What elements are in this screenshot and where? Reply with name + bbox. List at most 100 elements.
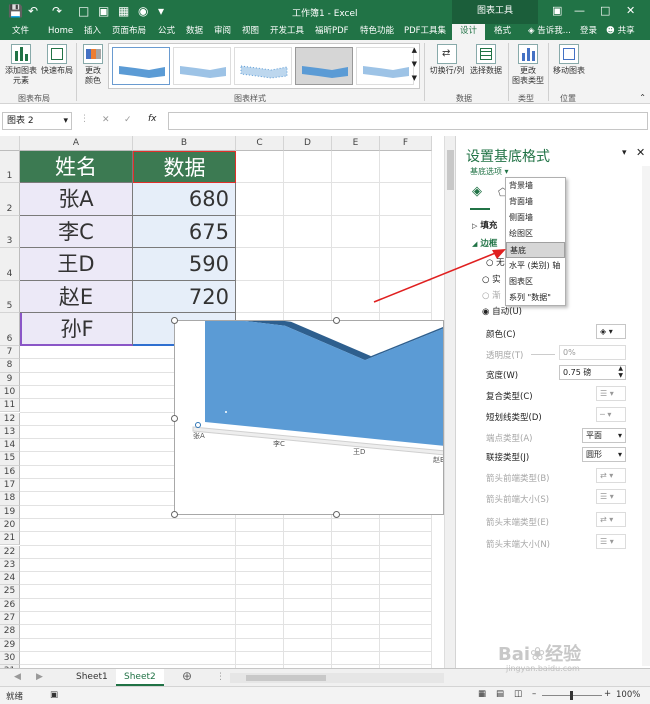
pane-close-icon[interactable]: ✕	[636, 146, 645, 159]
table-cell-name[interactable]: 赵E	[20, 281, 133, 313]
close-icon[interactable]: ✕	[626, 4, 635, 17]
column-header-b[interactable]: B	[133, 136, 236, 151]
tell-me-search[interactable]: ◈ 告诉我...	[528, 24, 571, 40]
save-icon[interactable]: 💾	[8, 4, 23, 18]
form-icon[interactable]: ▦	[118, 4, 129, 18]
section-fill[interactable]: ▷ 填充	[472, 219, 497, 231]
insert-function-icon[interactable]: fx	[148, 114, 157, 124]
column-header-f[interactable]: F	[380, 136, 432, 151]
row-header[interactable]: 15	[0, 452, 20, 466]
add-sheet-icon[interactable]: ⊕	[182, 669, 192, 683]
resize-handle-bottom-left[interactable]	[171, 511, 178, 518]
transparency-slider[interactable]	[531, 354, 555, 355]
zoom-level[interactable]: 100%	[616, 690, 640, 700]
zoom-slider-thumb[interactable]	[570, 691, 573, 700]
fill-line-icon[interactable]: ◈	[472, 184, 482, 199]
redo-icon[interactable]: ↷	[52, 4, 62, 18]
change-colors-button[interactable]: 更改 颜色	[80, 44, 106, 86]
login-link[interactable]: 登录	[580, 24, 597, 40]
row-header[interactable]: 25	[0, 585, 20, 599]
area-chart-3d[interactable]: 张A 李C 王D 赵E	[175, 321, 444, 515]
row-header[interactable]: 24	[0, 572, 20, 586]
change-chart-type-button[interactable]: 更改 图表类型	[510, 44, 546, 86]
table-cell-name[interactable]: 孙F	[20, 313, 133, 346]
dropdown-item-side-wall-back[interactable]: 背面墙	[506, 194, 565, 210]
tab-design[interactable]: 设计	[452, 24, 486, 40]
arrow-end-type-dropdown[interactable]: ⇄ ▾	[596, 512, 626, 527]
tab-review[interactable]: 审阅	[214, 24, 231, 40]
resize-handle-left[interactable]	[171, 415, 178, 422]
row-header[interactable]: 10	[0, 385, 20, 400]
undo-icon[interactable]: ↶	[28, 4, 38, 18]
macro-record-icon[interactable]: ▣	[50, 690, 58, 700]
row-header[interactable]: 26	[0, 598, 20, 612]
row-header[interactable]: 9	[0, 372, 20, 386]
cap-type-dropdown[interactable]: 平面 ▾	[582, 428, 626, 443]
row-header[interactable]: 20	[0, 518, 20, 533]
page-layout-view-icon[interactable]: ▤	[496, 689, 504, 699]
tab-data[interactable]: 数据	[186, 24, 203, 40]
table-header-name[interactable]: 姓名	[20, 151, 133, 183]
add-chart-element-button[interactable]: 添加图表 元素	[3, 44, 39, 86]
chart-object[interactable]: 张A 李C 王D 赵E	[174, 320, 444, 515]
chart-style-2[interactable]	[173, 47, 231, 85]
resize-handle-top-left[interactable]	[171, 317, 178, 324]
normal-view-icon[interactable]: ▦	[478, 689, 486, 699]
tab-pdf-tools[interactable]: PDF工具集	[404, 24, 446, 40]
transparency-input[interactable]: 0%	[559, 345, 626, 360]
dropdown-item-side-wall[interactable]: 侧面墙	[506, 210, 565, 226]
table-cell-value[interactable]: 680	[133, 183, 236, 216]
row-header[interactable]: 30	[0, 651, 20, 666]
row-header[interactable]: 13	[0, 425, 20, 440]
chart-style-4[interactable]	[295, 47, 353, 85]
resize-handle-bottom[interactable]	[333, 511, 340, 518]
row-header[interactable]: 28	[0, 625, 20, 639]
row-header[interactable]: 5	[0, 281, 20, 313]
row-header[interactable]: 12	[0, 412, 20, 426]
chart-styles-gallery[interactable]: ▲ ▼ ▼	[108, 43, 420, 89]
chart-style-3[interactable]	[234, 47, 292, 85]
sheet-tab-2[interactable]: Sheet2	[116, 669, 164, 686]
compound-type-dropdown[interactable]: ☰ ▾	[596, 386, 626, 401]
row-header[interactable]: 14	[0, 439, 20, 453]
table-cell-name[interactable]: 王D	[20, 248, 133, 281]
horizontal-scrollbar[interactable]	[230, 673, 444, 683]
floor-selection-handle[interactable]	[195, 422, 201, 428]
cancel-icon[interactable]: ✕	[102, 115, 110, 125]
vertical-scrollbar[interactable]	[444, 136, 455, 668]
gallery-more-icon[interactable]: ▼	[412, 74, 417, 82]
arrow-begin-type-dropdown[interactable]: ⇄ ▾	[596, 468, 626, 483]
pane-scrollbar[interactable]	[642, 166, 650, 666]
arrow-end-size-dropdown[interactable]: ☰ ▾	[596, 534, 626, 549]
quick-layout-button[interactable]: 快速布局	[40, 44, 74, 76]
print-preview-icon[interactable]: ▣	[98, 4, 109, 18]
row-header[interactable]: 17	[0, 479, 20, 493]
customize-qa-icon[interactable]: ▾	[158, 4, 164, 18]
column-header-c[interactable]: C	[236, 136, 284, 151]
tab-view[interactable]: 视图	[242, 24, 259, 40]
row-header[interactable]: 27	[0, 612, 20, 626]
zoom-in-icon[interactable]: +	[604, 689, 611, 699]
new-file-icon[interactable]: □	[78, 4, 89, 18]
row-header[interactable]: 19	[0, 505, 20, 519]
prev-sheet-icon[interactable]: ◀	[14, 672, 21, 682]
tab-developer[interactable]: 开发工具	[270, 24, 304, 40]
row-header[interactable]: 29	[0, 638, 20, 652]
table-cell-value[interactable]: 720	[133, 281, 236, 313]
tab-insert[interactable]: 插入	[84, 24, 101, 40]
row-header[interactable]: 22	[0, 545, 20, 559]
tab-page-layout[interactable]: 页面布局	[112, 24, 146, 40]
table-header-data[interactable]: 数据	[133, 151, 236, 183]
name-box[interactable]: 图表 2 ▾	[2, 112, 72, 130]
dropdown-item-back-wall[interactable]: 背景墙	[506, 178, 565, 194]
select-all-corner[interactable]	[0, 136, 20, 151]
row-header[interactable]: 6	[0, 313, 20, 346]
select-data-button[interactable]: 选择数据	[468, 44, 504, 76]
minimize-icon[interactable]: —	[574, 4, 585, 17]
zoom-slider[interactable]	[542, 691, 602, 700]
camera-icon[interactable]: ◉	[138, 4, 148, 18]
ribbon-display-icon[interactable]: ▣	[552, 4, 562, 17]
area-series[interactable]	[205, 321, 444, 446]
switch-row-column-button[interactable]: ⇄ 切换行/列	[428, 44, 466, 76]
dash-type-dropdown[interactable]: ─ ▾	[596, 407, 626, 422]
